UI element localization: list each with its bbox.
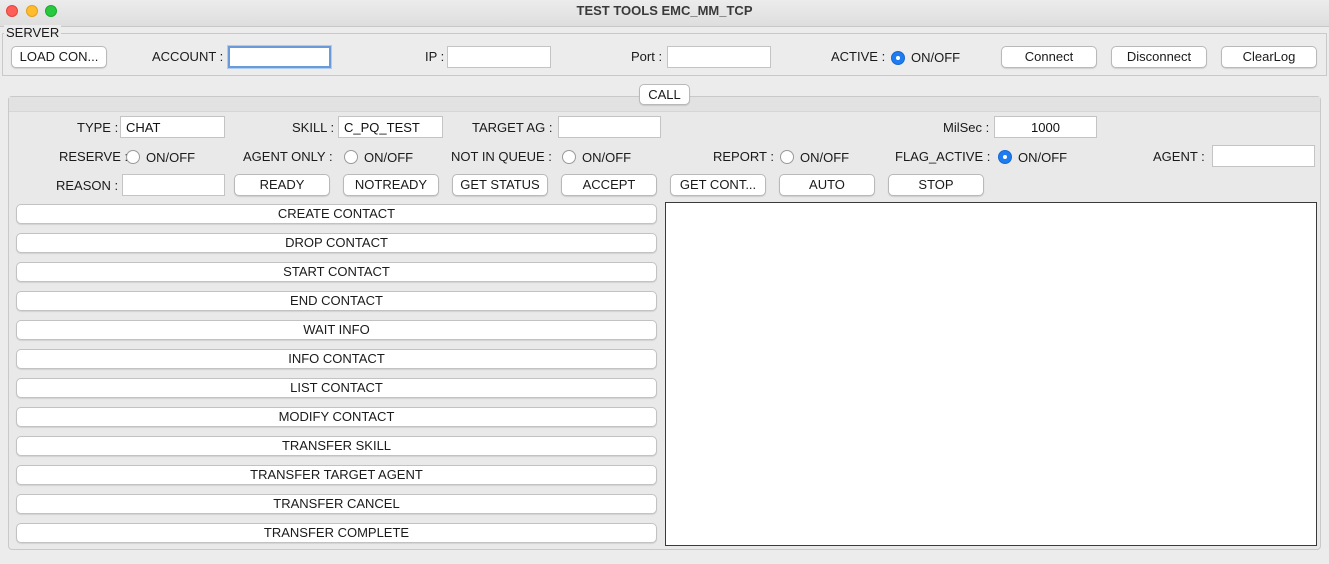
flag-active-toggle-label: ON/OFF (1018, 150, 1068, 165)
report-label: REPORT : (713, 149, 774, 164)
flag-active-label: FLAG_ACTIVE : (895, 149, 991, 164)
disconnect-button[interactable]: Disconnect (1111, 46, 1207, 68)
modify-contact-button[interactable]: MODIFY CONTACT (16, 407, 657, 427)
type-input[interactable] (120, 116, 225, 138)
info-contact-button[interactable]: INFO CONTACT (16, 349, 657, 369)
port-input[interactable] (667, 46, 771, 68)
wait-info-button[interactable]: WAIT INFO (16, 320, 657, 340)
start-contact-button[interactable]: START CONTACT (16, 262, 657, 282)
notready-button[interactable]: NOTREADY (343, 174, 439, 196)
not-in-queue-label: NOT IN QUEUE : (451, 149, 552, 164)
reason-label: REASON : (56, 178, 119, 193)
not-in-queue-toggle-label: ON/OFF (582, 150, 632, 165)
load-config-button[interactable]: LOAD CON... (11, 46, 107, 68)
end-contact-button[interactable]: END CONTACT (16, 291, 657, 311)
transfer-target-agent-button[interactable]: TRANSFER TARGET AGENT (16, 465, 657, 485)
milsec-input[interactable] (994, 116, 1097, 138)
active-radio[interactable] (891, 51, 905, 65)
transfer-skill-button[interactable]: TRANSFER SKILL (16, 436, 657, 456)
flag-active-radio[interactable] (998, 150, 1012, 164)
stop-button[interactable]: STOP (888, 174, 984, 196)
milsec-label: MilSec : (943, 120, 990, 135)
agent-label: AGENT : (1153, 149, 1205, 164)
agent-only-toggle-label: ON/OFF (364, 150, 414, 165)
agent-only-label: AGENT ONLY : (243, 149, 333, 164)
not-in-queue-radio[interactable] (562, 150, 576, 164)
reason-input[interactable] (122, 174, 225, 196)
create-contact-button[interactable]: CREATE CONTACT (16, 204, 657, 224)
target-ag-input[interactable] (558, 116, 661, 138)
drop-contact-button[interactable]: DROP CONTACT (16, 233, 657, 253)
type-label: TYPE : (77, 120, 119, 135)
port-label: Port : (631, 49, 663, 64)
server-legend: SERVER (4, 25, 62, 40)
report-toggle-label: ON/OFF (800, 150, 850, 165)
ip-input[interactable] (447, 46, 551, 68)
reserve-radio[interactable] (126, 150, 140, 164)
log-textarea[interactable] (665, 202, 1317, 546)
tab-call[interactable]: CALL (639, 84, 690, 105)
agent-only-radio[interactable] (344, 150, 358, 164)
list-contact-button[interactable]: LIST CONTACT (16, 378, 657, 398)
reserve-label: RESERVE : (59, 149, 129, 164)
active-toggle-label: ON/OFF (911, 50, 961, 65)
report-radio[interactable] (780, 150, 794, 164)
agent-input[interactable] (1212, 145, 1315, 167)
clearlog-button[interactable]: ClearLog (1221, 46, 1317, 68)
reserve-toggle-label: ON/OFF (146, 150, 196, 165)
transfer-complete-button[interactable]: TRANSFER COMPLETE (16, 523, 657, 543)
get-contact-button[interactable]: GET CONT... (670, 174, 766, 196)
skill-label: SKILL : (292, 120, 335, 135)
get-status-button[interactable]: GET STATUS (452, 174, 548, 196)
auto-button[interactable]: AUTO (779, 174, 875, 196)
ip-label: IP : (425, 49, 445, 64)
window-title: TEST TOOLS EMC_MM_TCP (576, 3, 753, 18)
transfer-cancel-button[interactable]: TRANSFER CANCEL (16, 494, 657, 514)
active-label: ACTIVE : (831, 49, 886, 64)
ready-button[interactable]: READY (234, 174, 330, 196)
skill-input[interactable] (338, 116, 443, 138)
account-input[interactable] (228, 46, 331, 68)
target-ag-label: TARGET AG : (472, 120, 553, 135)
accept-button[interactable]: ACCEPT (561, 174, 657, 196)
connect-button[interactable]: Connect (1001, 46, 1097, 68)
account-label: ACCOUNT : (152, 49, 224, 64)
